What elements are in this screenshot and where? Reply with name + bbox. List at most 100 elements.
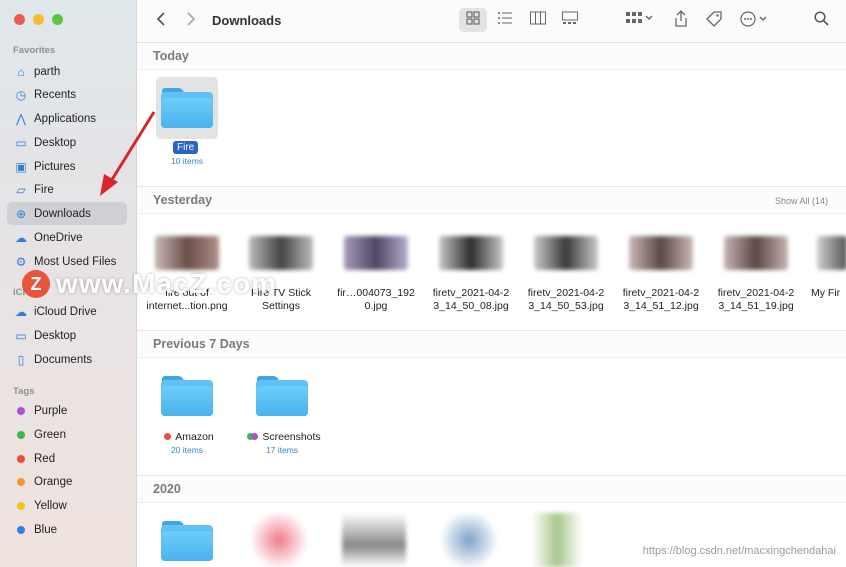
- sidebar-item-label: Yellow: [34, 499, 67, 512]
- folder-name-amazon[interactable]: Amazon: [159, 431, 219, 444]
- sidebar-tag-purple[interactable]: Purple: [7, 399, 127, 422]
- group-title: Yesterday: [153, 193, 213, 207]
- image-thumbnail[interactable]: [344, 236, 408, 270]
- tag-icon[interactable]: [705, 11, 723, 30]
- sidebar-item-onedrive[interactable]: ☁ OneDrive: [7, 226, 127, 249]
- image-thumbnail[interactable]: [439, 236, 503, 270]
- icloud-icon: ☁: [15, 304, 27, 319]
- group-header-previous-7-days: Previous 7 Days: [137, 331, 846, 358]
- folder-icon[interactable]: [161, 376, 213, 416]
- tag-dot: [17, 454, 25, 463]
- file-name-fire[interactable]: Fire: [173, 141, 199, 154]
- file-name[interactable]: My Fir: [811, 287, 846, 300]
- sidebar-item-label: Red: [34, 452, 56, 465]
- sidebar-item-label: Desktop: [34, 329, 77, 342]
- file-name[interactable]: fir…004073_192: [328, 287, 424, 300]
- sidebar-tag-orange[interactable]: Orange: [7, 470, 127, 493]
- sidebar-item-recents[interactable]: ◷ Recents: [7, 83, 127, 106]
- file-name[interactable]: 3_14_51_12.jpg: [613, 300, 709, 313]
- group-header-2020: 2020: [137, 476, 846, 503]
- file-name[interactable]: Settings: [233, 300, 329, 313]
- window-controls: [14, 14, 63, 25]
- close-button[interactable]: [14, 14, 25, 25]
- tag-dot: [17, 525, 25, 534]
- home-icon: ⌂: [17, 64, 25, 79]
- file-name[interactable]: 0.jpg: [328, 300, 424, 313]
- sidebar-item-label: Orange: [34, 475, 73, 488]
- folder-icon[interactable]: [256, 376, 308, 416]
- toolbar: Downloads: [137, 0, 846, 43]
- folder-name-label: Amazon: [175, 431, 214, 443]
- annotation-arrow: [100, 111, 156, 196]
- icon-view-icon[interactable]: [466, 11, 480, 28]
- tag-dot: [17, 501, 25, 510]
- sidebar-tag-green[interactable]: Green: [7, 423, 127, 446]
- folder-icon: ▱: [16, 182, 26, 197]
- clock-icon: ◷: [15, 87, 27, 102]
- file-name[interactable]: internet...tion.png: [137, 300, 237, 313]
- file-name[interactable]: firetv_2021-04-2: [613, 287, 709, 300]
- zoom-button[interactable]: [52, 14, 63, 25]
- sidebar-tag-yellow[interactable]: Yellow: [7, 494, 127, 517]
- group-header-today: Today: [137, 43, 846, 70]
- image-thumbnail[interactable]: [534, 236, 598, 270]
- image-thumbnail[interactable]: [155, 236, 219, 270]
- image-thumbnail[interactable]: [249, 236, 313, 270]
- more-actions-icon[interactable]: [740, 11, 770, 30]
- document-icon: ▯: [17, 352, 25, 367]
- column-view-icon[interactable]: [530, 11, 546, 28]
- desktop-icon: ▭: [15, 328, 27, 343]
- tag-dot: [164, 433, 172, 440]
- folder-name-screenshots[interactable]: Screenshots: [241, 431, 327, 444]
- tag-dot: [251, 433, 259, 440]
- image-thumbnail[interactable]: [247, 513, 311, 567]
- file-name[interactable]: 3_14_50_53.jpg: [518, 300, 614, 313]
- image-thumbnail[interactable]: [342, 513, 406, 567]
- file-browser-content: Today Fire 10 items Yesterday Show All (…: [137, 43, 846, 567]
- item-count: 10 items: [170, 156, 204, 166]
- desktop-icon: ▭: [15, 135, 27, 150]
- forward-icon[interactable]: [185, 11, 197, 30]
- group-title: Previous 7 Days: [153, 337, 250, 351]
- folder-icon[interactable]: [161, 88, 213, 128]
- file-name[interactable]: 3_14_50_08.jpg: [423, 300, 519, 313]
- image-thumbnail[interactable]: [629, 236, 693, 270]
- sidebar-item-downloads[interactable]: ⊕ Downloads: [7, 202, 127, 225]
- sidebar-item-label: Documents: [34, 353, 93, 366]
- file-name[interactable]: firetv_2021-04-2: [423, 287, 519, 300]
- image-thumbnail[interactable]: [532, 513, 582, 567]
- file-name[interactable]: firetv_2021-04-2: [708, 287, 804, 300]
- sidebar-item-label: OneDrive: [34, 231, 83, 244]
- sidebar-item-documents[interactable]: ▯ Documents: [7, 348, 127, 371]
- window-title: Downloads: [212, 13, 282, 28]
- tag-dot: [17, 406, 25, 415]
- watermark-logo: Z: [22, 270, 50, 298]
- item-count: 17 items: [265, 445, 299, 455]
- group-by-icon[interactable]: [626, 11, 654, 28]
- group-header-yesterday: Yesterday Show All (14): [137, 187, 846, 214]
- folder-name-label: Screenshots: [262, 431, 321, 443]
- gallery-view-icon[interactable]: [562, 11, 578, 28]
- sidebar-item-parth[interactable]: ⌂ parth: [7, 60, 127, 83]
- sidebar-item-label: Blue: [34, 523, 58, 536]
- sidebar-item-label: Applications: [34, 112, 97, 125]
- image-thumbnail[interactable]: [724, 236, 788, 270]
- show-all-link[interactable]: Show All (14): [775, 196, 828, 206]
- file-name[interactable]: firetv_2021-04-2: [518, 287, 614, 300]
- file-name[interactable]: 3_14_51_19.jpg: [708, 300, 804, 313]
- image-thumbnail[interactable]: [817, 236, 846, 270]
- applications-icon: ⋀: [16, 111, 26, 126]
- list-view-icon[interactable]: [497, 11, 513, 28]
- search-icon[interactable]: [814, 11, 829, 29]
- minimize-button[interactable]: [33, 14, 44, 25]
- back-icon[interactable]: [155, 11, 167, 30]
- sidebar-item-icloud-drive[interactable]: ☁ iCloud Drive: [7, 300, 127, 323]
- tags-heading: Tags: [13, 386, 35, 397]
- sidebar-tag-red[interactable]: Red: [7, 447, 127, 470]
- sidebar-item-icloud-desktop[interactable]: ▭ Desktop: [7, 324, 127, 347]
- sidebar-tag-blue[interactable]: Blue: [7, 518, 127, 541]
- image-thumbnail[interactable]: [437, 513, 501, 567]
- icloud-folder-icon[interactable]: [161, 521, 213, 561]
- sidebar-item-label: Fire: [34, 183, 54, 196]
- share-icon[interactable]: [674, 10, 688, 30]
